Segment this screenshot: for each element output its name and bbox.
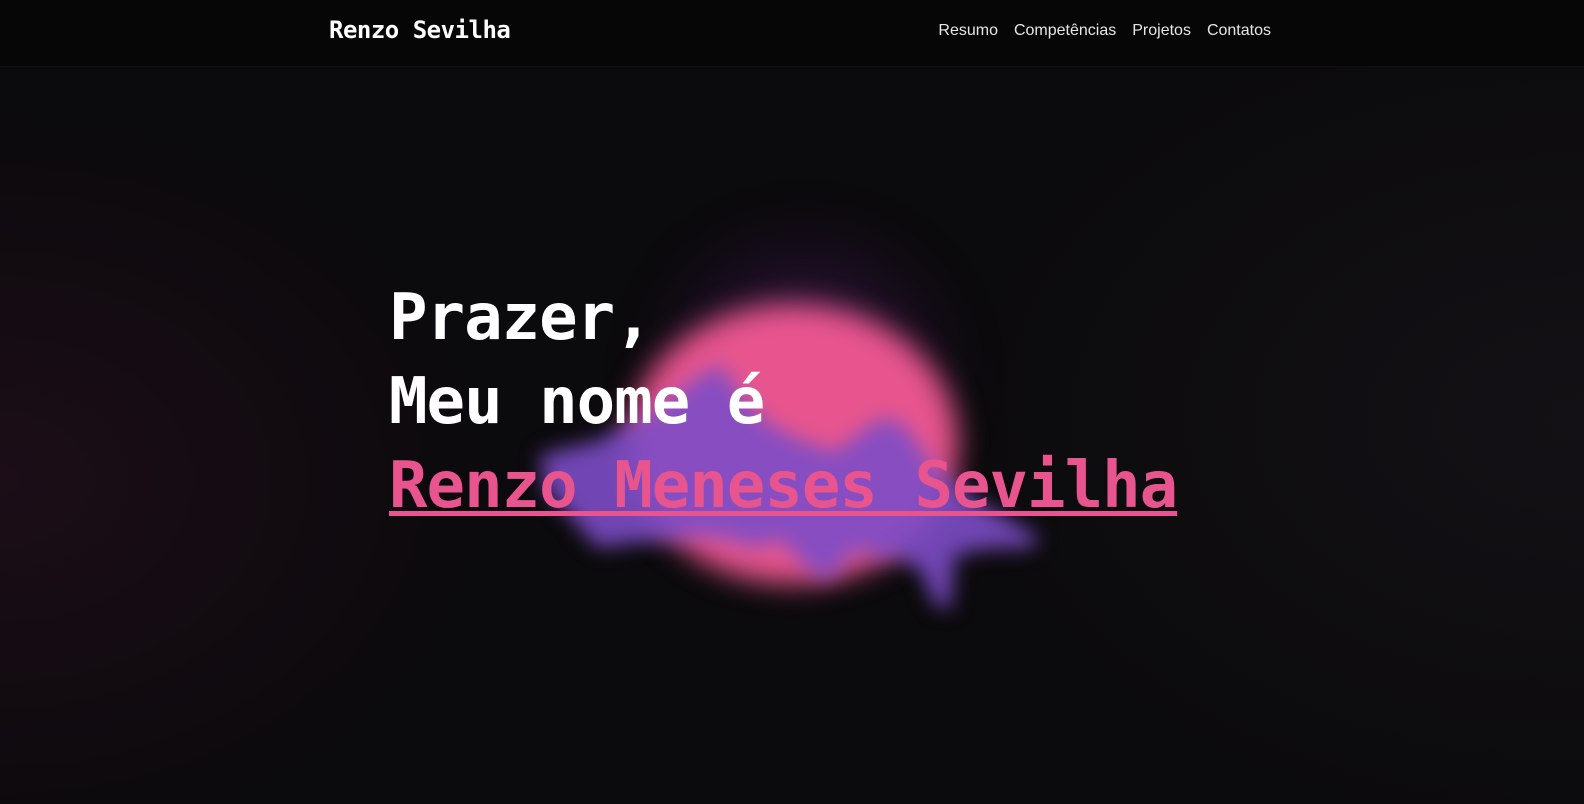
nav-menu: Resumo Competências Projetos Contatos bbox=[938, 19, 1271, 43]
nav-link-contatos[interactable]: Contatos bbox=[1207, 19, 1271, 43]
hero-greeting: Prazer, bbox=[389, 281, 653, 355]
hero-intro: Meu nome é bbox=[389, 365, 765, 439]
nav-link-competencias[interactable]: Competências bbox=[1014, 19, 1116, 43]
nav-link-resumo[interactable]: Resumo bbox=[938, 19, 998, 43]
hero-section: Prazer, Meu nome é Renzo Meneses Sevilha bbox=[389, 276, 1178, 528]
hero-name-link[interactable]: Renzo Meneses Sevilha bbox=[389, 444, 1178, 528]
nav-link-projetos[interactable]: Projetos bbox=[1132, 19, 1191, 43]
navbar: Renzo Sevilha Resumo Competências Projet… bbox=[0, 0, 1584, 66]
brand-logo[interactable]: Renzo Sevilha bbox=[329, 14, 511, 46]
